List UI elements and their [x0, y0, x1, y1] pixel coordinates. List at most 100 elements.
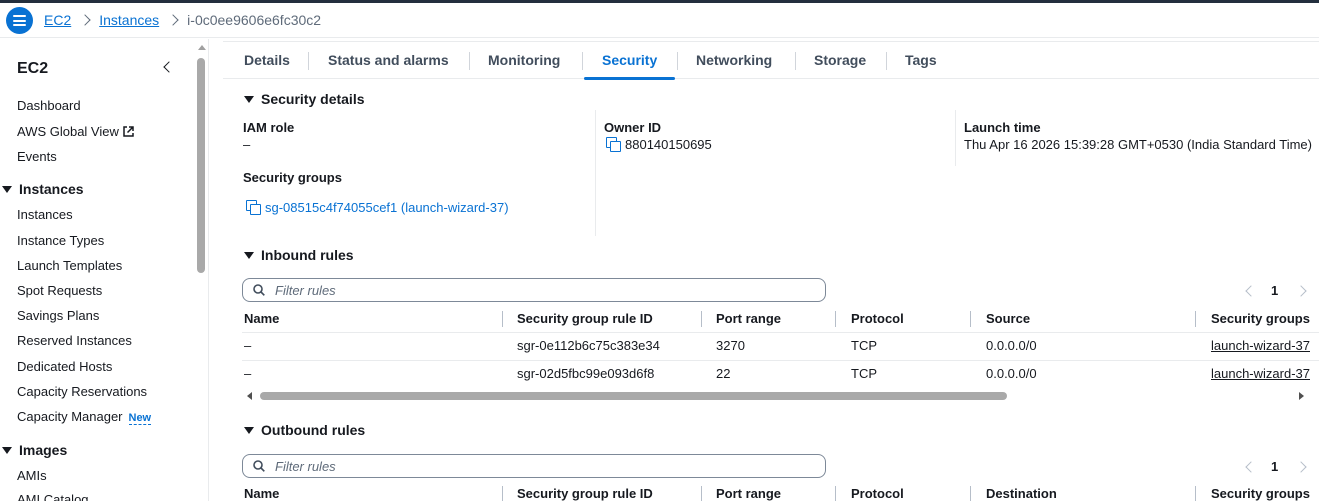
outbound-pagination: 1 — [1243, 458, 1311, 478]
scroll-up-arrow-icon[interactable] — [198, 45, 206, 50]
copy-icon[interactable] — [606, 137, 621, 152]
section-outbound-rules[interactable]: Outbound rules — [242, 422, 365, 438]
sidebar-item-instances[interactable]: Instances — [17, 207, 73, 222]
chevron-left-icon[interactable] — [161, 60, 175, 74]
sidebar-item-ami-catalog[interactable]: AMI Catalog — [17, 492, 89, 501]
inbound-filter-input[interactable] — [275, 281, 815, 299]
column-resize-handle[interactable] — [502, 486, 503, 501]
sidebar-item-capacity-manager[interactable]: Capacity Manager New — [17, 409, 152, 425]
inbound-pagination: 1 — [1243, 282, 1311, 302]
chevron-left-icon[interactable] — [1245, 285, 1257, 297]
sidebar-item-launch-templates[interactable]: Launch Templates — [17, 258, 122, 273]
hamburger-menu-icon[interactable] — [6, 7, 33, 34]
scroll-left-arrow-icon[interactable] — [247, 392, 252, 400]
cell-security-group-link[interactable]: launch-wizard-37 — [1211, 366, 1310, 381]
column-header-source[interactable]: Source — [986, 311, 1030, 326]
sidebar-item-label: Capacity Manager — [17, 409, 123, 424]
cell-security-group-link[interactable]: launch-wizard-37 — [1211, 338, 1310, 353]
tab-bar: Details Status and alarms Monitoring Sec… — [223, 41, 1319, 80]
column-header-security-groups[interactable]: Security groups — [1211, 311, 1310, 326]
sidebar-item-events[interactable]: Events — [17, 149, 57, 164]
tab-tags[interactable]: Tags — [905, 42, 937, 79]
inbound-filter[interactable] — [242, 278, 826, 302]
breadcrumb-separator-icon — [79, 14, 91, 26]
main-content: Details Status and alarms Monitoring Sec… — [209, 39, 1319, 501]
chevron-left-icon[interactable] — [1245, 461, 1257, 473]
section-title: Inbound rules — [261, 247, 354, 263]
column-header-destination[interactable]: Destination — [986, 486, 1057, 501]
sidebar-section-images[interactable]: Images — [0, 442, 67, 458]
sidebar-scrollbar-thumb[interactable] — [197, 58, 205, 273]
sidebar-item-dedicated-hosts[interactable]: Dedicated Hosts — [17, 359, 112, 374]
cell-rule-id: sgr-0e112b6c75c383e34 — [517, 338, 660, 353]
column-divider — [595, 110, 596, 236]
outbound-filter-input[interactable] — [275, 457, 815, 475]
sidebar-item-savings-plans[interactable]: Savings Plans — [17, 308, 99, 323]
column-resize-handle[interactable] — [1195, 486, 1196, 501]
tab-status-and-alarms[interactable]: Status and alarms — [328, 42, 449, 79]
sidebar-item-reserved-instances[interactable]: Reserved Instances — [17, 333, 132, 348]
scroll-right-arrow-icon[interactable] — [1299, 392, 1304, 400]
iam-role-label: IAM role — [243, 120, 295, 135]
cell-rule-id: sgr-02d5fbc99e093d6f8 — [517, 366, 655, 381]
cell-port-range: 3270 — [716, 338, 745, 353]
breadcrumb-instances[interactable]: Instances — [99, 12, 159, 28]
cell-port-range: 22 — [716, 366, 731, 381]
column-resize-handle[interactable] — [701, 486, 702, 501]
breadcrumb-current-instance: i-0c0ee9606e6fc30c2 — [187, 12, 322, 28]
sidebar-section-label: Instances — [19, 181, 84, 197]
outbound-filter[interactable] — [242, 454, 826, 478]
breadcrumb-ec2[interactable]: EC2 — [44, 12, 71, 28]
column-header-rule-id[interactable]: Security group rule ID — [517, 486, 653, 501]
column-resize-handle[interactable] — [1195, 311, 1196, 327]
cell-source: 0.0.0.0/0 — [986, 338, 1037, 353]
column-resize-handle[interactable] — [970, 311, 971, 327]
sidebar-item-aws-global-view[interactable]: AWS Global View — [17, 124, 134, 139]
chevron-right-icon[interactable] — [1295, 285, 1307, 297]
tab-networking[interactable]: Networking — [696, 42, 772, 79]
caret-down-icon — [244, 427, 254, 434]
sidebar-item-dashboard[interactable]: Dashboard — [17, 98, 81, 113]
top-navigation-bar: EC2 Instances i-0c0ee9606e6fc30c2 — [0, 3, 1319, 38]
column-resize-handle[interactable] — [970, 486, 971, 501]
security-group-link[interactable]: sg-08515c4f74055cef1 (launch-wizard-37) — [246, 200, 509, 215]
external-link-icon — [123, 126, 134, 137]
sidebar-item-amis[interactable]: AMIs — [17, 468, 47, 483]
cell-name: – — [244, 338, 252, 353]
sidebar-item-spot-requests[interactable]: Spot Requests — [17, 283, 102, 298]
column-header-rule-id[interactable]: Security group rule ID — [517, 311, 653, 326]
column-header-security-groups[interactable]: Security groups — [1211, 486, 1310, 501]
column-header-protocol[interactable]: Protocol — [851, 311, 904, 326]
tab-divider — [677, 52, 678, 70]
section-security-details[interactable]: Security details — [242, 91, 365, 107]
tab-divider — [886, 52, 887, 70]
page-number[interactable]: 1 — [1271, 459, 1278, 474]
chevron-right-icon[interactable] — [1295, 461, 1307, 473]
tab-security[interactable]: Security — [583, 42, 676, 80]
tab-details[interactable]: Details — [244, 42, 290, 79]
column-resize-handle[interactable] — [701, 311, 702, 327]
copy-icon[interactable] — [246, 200, 261, 215]
column-divider — [955, 110, 956, 166]
search-icon — [253, 284, 265, 296]
column-header-name[interactable]: Name — [244, 311, 279, 326]
side-navigation: EC2 Dashboard AWS Global View Events Ins… — [0, 39, 194, 501]
column-header-protocol[interactable]: Protocol — [851, 486, 904, 501]
column-resize-handle[interactable] — [835, 311, 836, 327]
column-header-port-range[interactable]: Port range — [716, 311, 781, 326]
column-resize-handle[interactable] — [502, 311, 503, 327]
section-inbound-rules[interactable]: Inbound rules — [242, 247, 354, 263]
owner-id-value: 880140150695 — [606, 137, 712, 152]
column-header-port-range[interactable]: Port range — [716, 486, 781, 501]
page-number[interactable]: 1 — [1271, 283, 1278, 298]
sidebar-item-instance-types[interactable]: Instance Types — [17, 233, 104, 248]
sidebar-section-instances[interactable]: Instances — [0, 181, 84, 197]
breadcrumb-separator-icon — [167, 14, 179, 26]
sidebar-item-capacity-reservations[interactable]: Capacity Reservations — [17, 384, 147, 399]
column-resize-handle[interactable] — [835, 486, 836, 501]
horizontal-scrollbar-thumb[interactable] — [260, 392, 1007, 400]
tab-monitoring[interactable]: Monitoring — [488, 42, 560, 79]
tab-storage[interactable]: Storage — [814, 42, 866, 79]
security-group-link-text[interactable]: sg-08515c4f74055cef1 (launch-wizard-37) — [265, 200, 509, 215]
column-header-name[interactable]: Name — [244, 486, 279, 501]
